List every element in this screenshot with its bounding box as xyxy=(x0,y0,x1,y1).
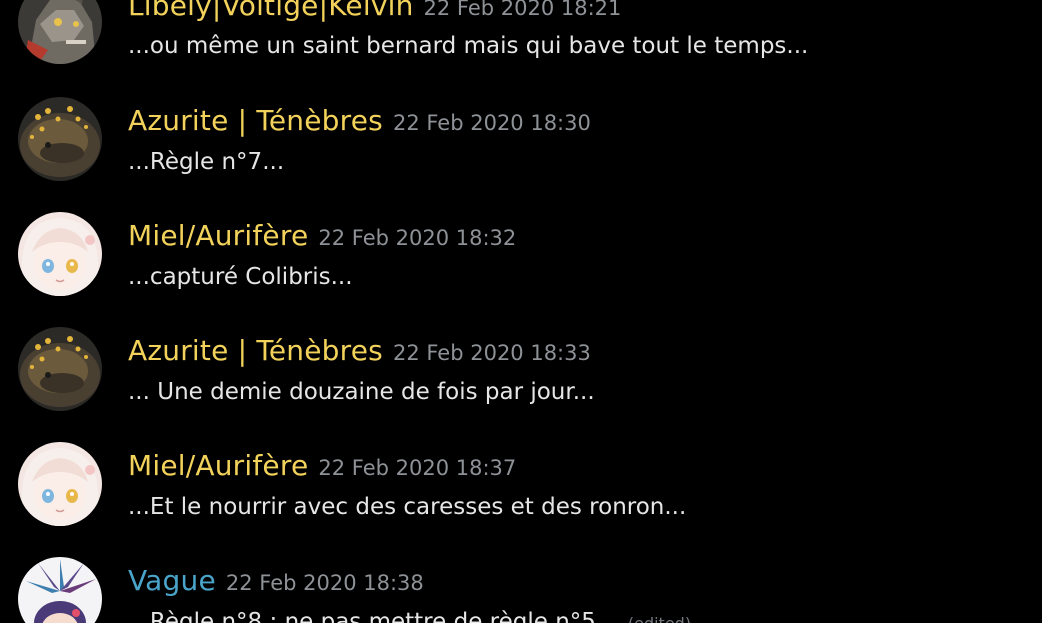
message-item: Libely|Voltige|Kelvin 22 Feb 2020 18:21 .… xyxy=(0,0,1042,61)
message-item: Azurite | Ténèbres 22 Feb 2020 18:33 ... … xyxy=(0,291,1042,406)
message-timestamp: 22 Feb 2020 18:30 xyxy=(392,111,591,135)
author-name[interactable]: Vague xyxy=(128,564,216,597)
message-timestamp: 22 Feb 2020 18:32 xyxy=(318,226,517,250)
feather-girl-avatar[interactable] xyxy=(18,557,102,623)
message-header: Azurite | Ténèbres 22 Feb 2020 18:33 xyxy=(128,334,591,367)
message-item: Miel/Aurifère 22 Feb 2020 18:32 ...captur… xyxy=(0,176,1042,291)
message-header: Azurite | Ténèbres 22 Feb 2020 18:30 xyxy=(128,104,591,137)
message-content: ... Une demie douzaine de fois par jour.… xyxy=(128,379,595,405)
anime-girl-avatar[interactable] xyxy=(18,442,102,526)
author-name[interactable]: Azurite | Ténèbres xyxy=(128,104,383,137)
message-timestamp: 22 Feb 2020 18:33 xyxy=(392,341,591,365)
author-name[interactable]: Miel/Aurifère xyxy=(128,219,308,252)
edited-label: (edited) xyxy=(628,614,691,623)
message-header: Miel/Aurifère 22 Feb 2020 18:32 xyxy=(128,219,516,252)
message-item: Miel/Aurifère 22 Feb 2020 18:37 ...Et le … xyxy=(0,406,1042,521)
message-content: ...Règle n°7... xyxy=(128,149,285,175)
anime-girl-avatar[interactable] xyxy=(18,212,102,296)
lizard-avatar[interactable] xyxy=(18,327,102,411)
message-content: ...ou même un saint bernard mais qui bav… xyxy=(128,33,809,59)
message-header: Libely|Voltige|Kelvin 22 Feb 2020 18:21 xyxy=(128,0,621,22)
message-content: ...capturé Colibris... xyxy=(128,264,353,290)
author-name[interactable]: Miel/Aurifère xyxy=(128,449,308,482)
message-list[interactable]: Libely|Voltige|Kelvin 22 Feb 2020 18:21 .… xyxy=(0,0,1042,623)
message-header: Vague 22 Feb 2020 18:38 xyxy=(128,564,424,597)
author-name[interactable]: Libely|Voltige|Kelvin xyxy=(128,0,414,22)
message-content: ...Règle n°8 : ne pas mettre de règle n°… xyxy=(128,609,691,623)
lizard-avatar[interactable] xyxy=(18,97,102,181)
message-text: ...Règle n°8 : ne pas mettre de règle n°… xyxy=(128,609,618,623)
message-timestamp: 22 Feb 2020 18:37 xyxy=(318,456,517,480)
message-timestamp: 22 Feb 2020 18:38 xyxy=(225,571,424,595)
message-item: Azurite | Ténèbres 22 Feb 2020 18:30 ...R… xyxy=(0,61,1042,176)
message-timestamp: 22 Feb 2020 18:21 xyxy=(423,0,622,20)
wolf-avatar[interactable] xyxy=(18,0,102,64)
message-content: ...Et le nourrir avec des caresses et de… xyxy=(128,494,687,520)
author-name[interactable]: Azurite | Ténèbres xyxy=(128,334,383,367)
message-header: Miel/Aurifère 22 Feb 2020 18:37 xyxy=(128,449,516,482)
message-item: Vague 22 Feb 2020 18:38 ...Règle n°8 : ne… xyxy=(0,521,1042,623)
